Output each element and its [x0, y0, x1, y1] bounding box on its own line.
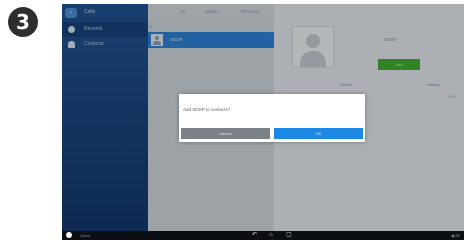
cancel-button[interactable]: Cancel: [181, 128, 270, 139]
confirm-dialog: Add SDDP to contacts? Cancel OK: [179, 94, 365, 142]
back-nav-icon[interactable]: ↶: [252, 232, 257, 239]
ok-button[interactable]: OK: [274, 128, 363, 139]
status-bar: Cisco ↶ ⌂ ▢ ◂) 07: [62, 231, 464, 240]
recents-nav-icon[interactable]: ▢: [286, 232, 292, 239]
home-nav-icon[interactable]: ⌂: [269, 232, 273, 239]
step-number-badge: 3: [8, 7, 38, 37]
status-carrier: Cisco: [80, 233, 91, 238]
dialog-message: Add SDDP to contacts?: [183, 107, 231, 112]
status-right: ◂) 07: [451, 233, 460, 238]
cisco-logo-icon: [66, 232, 72, 238]
device-screen: ‹ Calls Recents Contacts All Webex Perso…: [62, 4, 464, 240]
